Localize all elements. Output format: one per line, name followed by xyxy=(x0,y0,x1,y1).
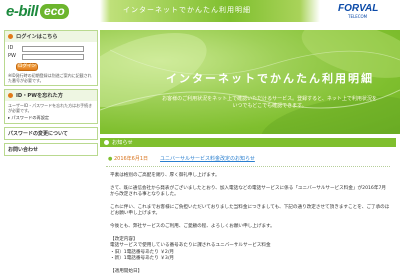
news-date: ● 2016年6月1日 xyxy=(108,156,149,162)
hero-title: インターネットでかんたん利用明細 xyxy=(166,72,374,85)
login-title: ログインはこちら xyxy=(16,34,58,40)
hero-subtitle: お客様のご利用状況をネット上で確認いただけるサービス。登録すると、ネット上で利用… xyxy=(162,96,377,109)
bullet-icon xyxy=(8,93,13,98)
id-input[interactable] xyxy=(22,46,84,52)
news-header: お知らせ xyxy=(100,138,396,147)
news-item: ● 2016年6月1日 ユニバーサルサービス料金改定のお知らせ xyxy=(108,155,396,162)
contact-link[interactable]: お問い合わせ xyxy=(4,142,98,156)
body-paragraph: 平素は格別のご高配を賜り、厚く御礼申し上げます。 xyxy=(110,173,220,178)
pw-row: PW xyxy=(8,54,94,60)
idpw-box: ID・PWを忘れた方 ユーザーID・パスワードを忘れた方はお手続きが必要です。 … xyxy=(4,89,98,124)
id-label: ID xyxy=(8,45,14,52)
header-tagline: インターネットでかんたん利用明細 xyxy=(123,6,251,14)
logo-text: e-bill xyxy=(6,2,39,20)
password-change-link[interactable]: パスワードの変更について xyxy=(4,126,98,140)
hero-banner: インターネットでかんたん利用明細 お客様のご利用状況をネット上で確認いただけるサ… xyxy=(100,30,400,134)
header-bar: e-bill eco インターネットでかんたん利用明細 FORVAL TELEC… xyxy=(0,0,400,22)
body-paragraph: これに伴い、これまでお客様にご負担いただいておりました当料金につきましても、下記… xyxy=(110,204,390,217)
revision-new: ・新）1電話番号あたり ￥3/月 xyxy=(110,256,174,262)
body-paragraph: 【改定内容】 電話サービスで使用している番号あたりに課されるユニバーサルサービス… xyxy=(110,237,390,263)
bullet-icon xyxy=(104,140,109,145)
idpw-box-header: ID・PWを忘れた方 xyxy=(5,90,97,101)
news-header-label: お知らせ xyxy=(112,140,133,146)
revision-line: 電話サービスで使用している番号あたりに課されるユニバーサルサービス料金 xyxy=(110,243,271,249)
idpw-title: ID・PWを忘れた方 xyxy=(16,93,63,99)
login-button[interactable]: ログイン xyxy=(16,63,38,71)
news-title-link[interactable]: ユニバーサルサービス料金改定のお知らせ xyxy=(160,155,255,162)
ebill-eco-logo[interactable]: e-bill eco xyxy=(6,2,69,20)
forval-logo[interactable]: FORVAL xyxy=(338,3,378,14)
notice-section: お知らせ ● 2016年6月1日 ユニバーサルサービス料金改定のお知らせ 平素は… xyxy=(100,138,396,280)
password-reset-link[interactable]: ▸ パスワードの再設定 xyxy=(8,115,94,121)
idpw-text: ユーザーID・パスワードを忘れた方はお手続きが必要です。 xyxy=(8,103,93,113)
login-note: ※ID発行時の初期登録は別途ご案内に記載された番号が必要です。 xyxy=(8,73,92,83)
password-input[interactable] xyxy=(22,54,84,60)
left-sidebar: ログインはこちら ID PW ログイン ※ID発行時の初期登録は別途ご案内に記載… xyxy=(0,30,100,159)
divider xyxy=(106,166,390,167)
logo-badge: eco xyxy=(40,3,69,19)
forval-logo-sub: TELECOM xyxy=(348,14,368,19)
login-box: ログインはこちら ID PW ログイン ※ID発行時の初期登録は別途ご案内に記載… xyxy=(4,30,98,86)
effective-date-heading: 【適用開始日】 xyxy=(110,268,143,274)
body-paragraph: 今後とも、弊社サービスのご利用、ご愛顧の程、よろしくお願い申し上げます。 xyxy=(110,223,275,229)
id-row: ID xyxy=(8,46,94,52)
bullet-icon xyxy=(8,34,13,39)
login-box-header: ログインはこちら xyxy=(5,31,97,42)
body-paragraph: さて、既に通信会社から発表がございましたとおり、加入電話などの電話サービスに係る… xyxy=(110,185,386,198)
pw-label: PW xyxy=(8,53,16,60)
